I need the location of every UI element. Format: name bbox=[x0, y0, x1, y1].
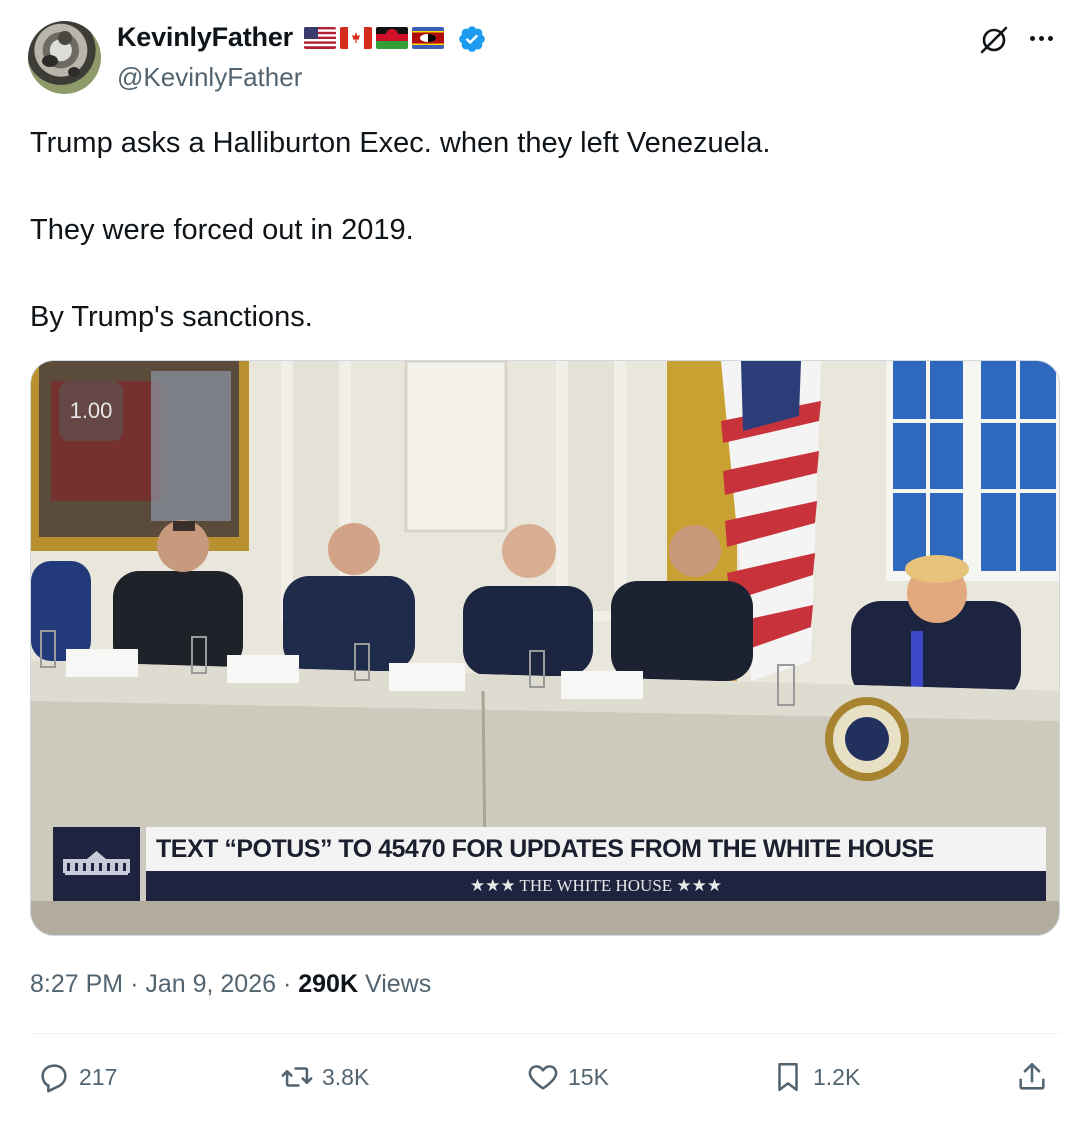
post-time[interactable]: 8:27 PM bbox=[30, 970, 123, 998]
video-banner: TEXT “POTUS” TO 45470 FOR UPDATES FROM T… bbox=[146, 827, 1046, 901]
post-date[interactable]: Jan 9, 2026 bbox=[145, 970, 276, 998]
like-button[interactable]: 15K bbox=[526, 1060, 609, 1094]
us-flag-icon bbox=[304, 27, 336, 49]
video-player[interactable]: 1.00 TEXT “POTUS” TO 45470 FOR UPDATES F… bbox=[30, 360, 1060, 936]
like-count: 15K bbox=[568, 1063, 609, 1090]
author-flags bbox=[304, 27, 444, 49]
eswatini-flag-icon bbox=[412, 27, 444, 49]
banner-footer: ★★★ THE WHITE HOUSE ★★★ bbox=[146, 871, 1046, 901]
share-icon bbox=[1019, 1062, 1045, 1090]
reply-icon bbox=[41, 1064, 67, 1093]
playback-speed-badge[interactable]: 1.00 bbox=[59, 381, 123, 441]
white-house-logo-icon bbox=[53, 827, 140, 901]
author-display-name[interactable]: KevinlyFather bbox=[117, 22, 293, 53]
views-count: 290K bbox=[298, 970, 359, 998]
more-options-icon[interactable] bbox=[1030, 36, 1053, 41]
canada-flag-icon bbox=[340, 27, 372, 49]
meta-separator: · bbox=[282, 970, 292, 998]
heart-icon bbox=[528, 1065, 558, 1090]
bookmark-icon bbox=[778, 1062, 798, 1092]
repost-button[interactable]: 3.8K bbox=[280, 1060, 369, 1094]
views-label: Views bbox=[364, 970, 432, 998]
grok-icon[interactable] bbox=[978, 24, 1010, 56]
bookmark-button[interactable]: 1.2K bbox=[771, 1060, 860, 1094]
author-avatar[interactable] bbox=[28, 21, 101, 94]
repost-icon bbox=[281, 1067, 313, 1087]
verified-badge-icon bbox=[459, 26, 485, 52]
post-text: Trump asks a Halliburton Exec. when they… bbox=[30, 122, 1060, 340]
malawi-flag-icon bbox=[376, 27, 408, 49]
author-handle[interactable]: @KevinlyFather bbox=[117, 62, 302, 93]
post-paragraph: Trump asks a Halliburton Exec. when they… bbox=[30, 127, 771, 159]
meta-separator: · bbox=[130, 970, 139, 998]
bookmark-count: 1.2K bbox=[813, 1063, 861, 1090]
reply-button[interactable]: 217 bbox=[37, 1060, 117, 1094]
divider bbox=[30, 1033, 1060, 1034]
post-meta: 8:27 PM · Jan 9, 2026 · 290K Views bbox=[30, 970, 431, 999]
repost-count: 3.8K bbox=[322, 1063, 370, 1090]
post-paragraph: They were forced out in 2019. bbox=[30, 214, 414, 246]
share-button[interactable] bbox=[1015, 1060, 1049, 1094]
post-paragraph: By Trump's sanctions. bbox=[30, 301, 313, 333]
banner-headline: TEXT “POTUS” TO 45470 FOR UPDATES FROM T… bbox=[146, 827, 1046, 871]
reply-count: 217 bbox=[79, 1063, 118, 1090]
